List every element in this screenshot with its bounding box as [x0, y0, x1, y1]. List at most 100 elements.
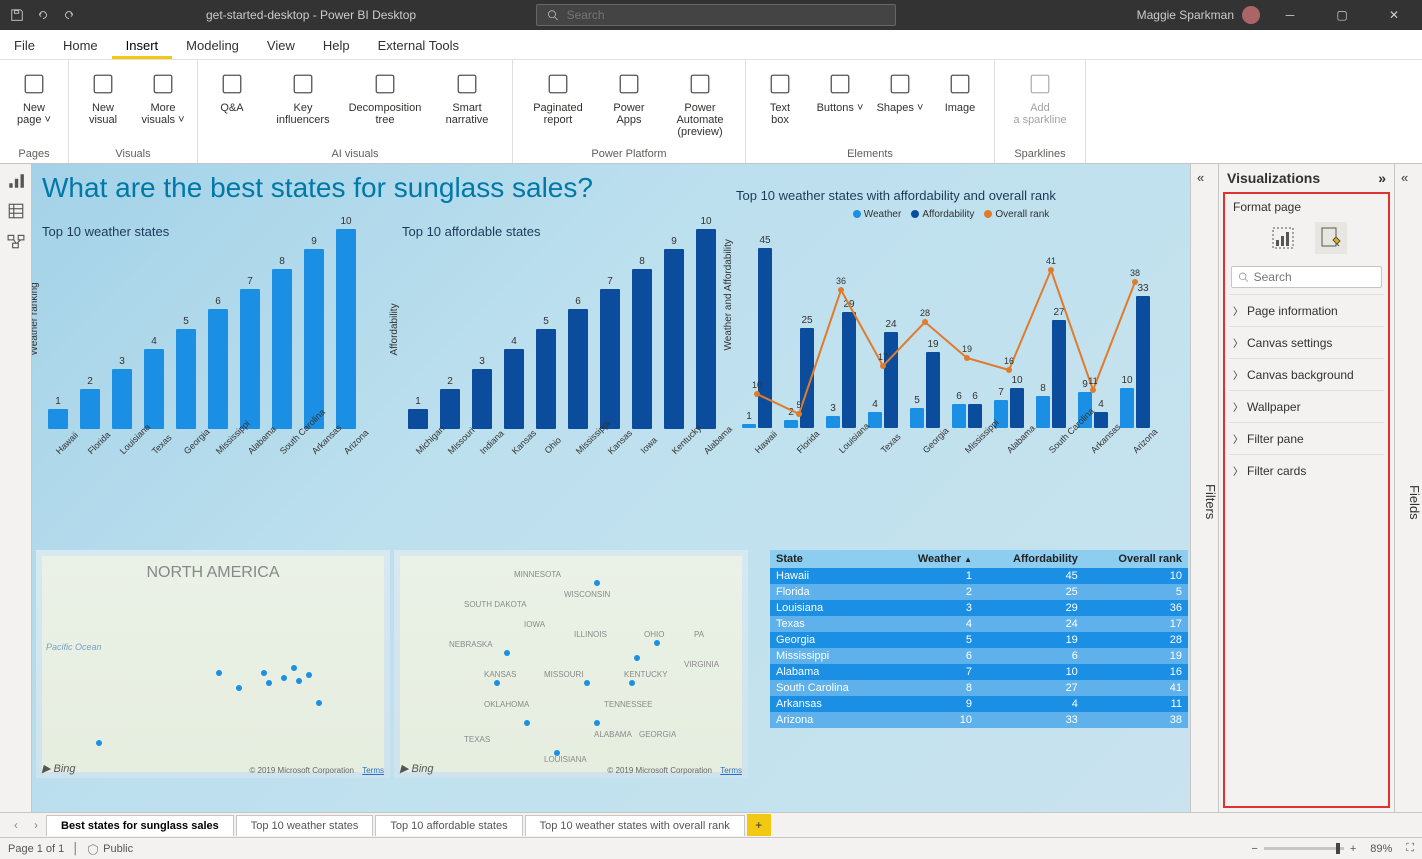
filters-pane-collapsed[interactable]: « Filters [1190, 164, 1218, 812]
map-terms-link[interactable]: Terms [362, 766, 384, 775]
format-section-page-information[interactable]: 〉 Page information [1229, 294, 1384, 326]
chart-affordable-states[interactable]: Top 10 affordable states Affordability 1… [402, 224, 742, 475]
table-row[interactable]: Hawaii14510 [770, 568, 1188, 584]
format-section-canvas-settings[interactable]: 〉 Canvas settings [1229, 326, 1384, 358]
format-section-wallpaper[interactable]: 〉 Wallpaper [1229, 390, 1384, 422]
zoom-control[interactable]: − + 89% ⛶ [1251, 842, 1414, 855]
tab-nav-prev[interactable]: ‹ [6, 818, 26, 832]
page-tab[interactable]: Top 10 affordable states [375, 815, 522, 836]
menu-insert[interactable]: Insert [112, 38, 173, 59]
menu-view[interactable]: View [253, 38, 309, 59]
filters-label: Filters [1203, 484, 1218, 519]
ribbon-new-page[interactable]: Newpage ˅ [6, 62, 62, 146]
format-page-icon[interactable] [1315, 222, 1347, 254]
map-attribution: © 2019 Microsoft Corporation [249, 766, 354, 775]
redo-icon[interactable] [62, 8, 76, 22]
model-view-icon[interactable] [7, 232, 25, 250]
format-section-filter-pane[interactable]: 〉 Filter pane [1229, 422, 1384, 454]
chevron-left-icon: « [1401, 170, 1408, 185]
page-tab[interactable]: Best states for sunglass sales [46, 815, 234, 836]
table-row[interactable]: South Carolina82741 [770, 680, 1188, 696]
report-view-icon[interactable] [7, 172, 25, 190]
report-canvas[interactable]: What are the best states for sunglass sa… [32, 164, 1190, 812]
fields-label: Fields [1407, 485, 1422, 520]
search-icon [1238, 271, 1249, 283]
ribbon-q-a[interactable]: Q&A [204, 62, 260, 146]
user-area: Maggie Sparkman ─ ▢ ✕ [1137, 0, 1422, 30]
fields-pane-collapsed[interactable]: « Fields [1394, 164, 1422, 812]
ribbon-more-visuals[interactable]: Morevisuals ˅ [135, 62, 191, 146]
ribbon-buttons[interactable]: Buttons ˅ [812, 62, 868, 146]
map-north-america[interactable]: NORTH AMERICA Pacific Ocean ▶ Bing © 201… [36, 550, 390, 778]
canvas-title: What are the best states for sunglass sa… [42, 172, 593, 204]
ribbon-key-influencers[interactable]: Keyinfluencers [264, 62, 342, 146]
ribbon-shapes[interactable]: Shapes ˅ [872, 62, 928, 146]
ribbon: Newpage ˅PagesNewvisualMorevisuals ˅Visu… [0, 60, 1422, 164]
fit-page-icon[interactable]: ⛶ [1406, 842, 1414, 855]
zoom-in-icon[interactable]: + [1350, 843, 1356, 855]
build-visual-icon[interactable] [1267, 222, 1299, 254]
y-axis-label: Affordability [389, 303, 400, 355]
table-row[interactable]: Arkansas9411 [770, 696, 1188, 712]
zoom-level: 89% [1370, 843, 1392, 855]
state-rank-table[interactable]: StateWeather ▲AffordabilityOverall rankH… [770, 550, 1188, 728]
y-axis-label: Weather and Affordability [723, 239, 734, 350]
ribbon-power-apps[interactable]: PowerApps [601, 62, 657, 146]
map-provider: ▶ Bing [400, 762, 434, 775]
save-icon[interactable] [10, 8, 24, 22]
data-view-icon[interactable] [7, 202, 25, 220]
menu-modeling[interactable]: Modeling [172, 38, 253, 59]
avatar[interactable] [1242, 6, 1260, 24]
title-bar: get-started-desktop - Power BI Desktop M… [0, 0, 1422, 30]
table-row[interactable]: Mississippi6619 [770, 648, 1188, 664]
format-search-input[interactable] [1254, 270, 1375, 284]
add-page-button[interactable]: + [747, 814, 771, 836]
chart-weather-states[interactable]: Top 10 weather states Weather ranking 1H… [42, 224, 382, 475]
chevron-right-icon[interactable]: » [1378, 170, 1386, 186]
map-terms-link[interactable]: Terms [720, 766, 742, 775]
ribbon-paginated-report[interactable]: Paginatedreport [519, 62, 597, 146]
ribbon-power-automate-preview-[interactable]: PowerAutomate (preview) [661, 62, 739, 146]
left-view-rail [0, 164, 32, 812]
menu-home[interactable]: Home [49, 38, 112, 59]
chart-weather-affordability-rank[interactable]: Top 10 weather states with affordability… [736, 188, 1166, 474]
tab-nav-next[interactable]: › [26, 818, 46, 832]
table-row[interactable]: Arizona103338 [770, 712, 1188, 728]
global-search[interactable] [536, 4, 896, 26]
global-search-input[interactable] [567, 8, 886, 22]
ribbon-smart-narrative[interactable]: Smartnarrative [428, 62, 506, 146]
table-row[interactable]: Texas42417 [770, 616, 1188, 632]
ribbon-text-box[interactable]: Textbox [752, 62, 808, 146]
window-title: get-started-desktop - Power BI Desktop [206, 8, 416, 22]
y-axis-label: Weather ranking [32, 282, 40, 355]
menu-file[interactable]: File [0, 38, 49, 59]
table-row[interactable]: Alabama71016 [770, 664, 1188, 680]
table-row[interactable]: Georgia51928 [770, 632, 1188, 648]
chart-title: Top 10 weather states with affordability… [736, 188, 1166, 203]
page-tab[interactable]: Top 10 weather states with overall rank [525, 815, 745, 836]
zoom-out-icon[interactable]: − [1251, 843, 1257, 855]
menu-help[interactable]: Help [309, 38, 364, 59]
format-section-filter-cards[interactable]: 〉 Filter cards [1229, 454, 1384, 486]
map-us-states[interactable]: MINNESOTAWISCONSINSOUTH DAKOTAIOWANEBRAS… [394, 550, 748, 778]
page-tab[interactable]: Top 10 weather states [236, 815, 374, 836]
undo-icon[interactable] [36, 8, 50, 22]
minimize-button[interactable]: ─ [1268, 0, 1312, 30]
format-page-section: Format page 〉 Page information〉 Canvas s… [1223, 192, 1390, 808]
format-search[interactable] [1231, 266, 1382, 288]
sensitivity-icon [87, 843, 99, 855]
viz-pane-title: Visualizations [1227, 170, 1320, 186]
page-tabs: ‹ › Best states for sunglass salesTop 10… [0, 812, 1422, 837]
maximize-button[interactable]: ▢ [1320, 0, 1364, 30]
ribbon-image[interactable]: Image [932, 62, 988, 146]
close-button[interactable]: ✕ [1372, 0, 1416, 30]
format-section-canvas-background[interactable]: 〉 Canvas background [1229, 358, 1384, 390]
ribbon-decomposition-tree[interactable]: Decompositiontree [346, 62, 424, 146]
table-row[interactable]: Florida2255 [770, 584, 1188, 600]
ribbon-new-visual[interactable]: Newvisual [75, 62, 131, 146]
menu-bar: FileHomeInsertModelingViewHelpExternal T… [0, 30, 1422, 60]
menu-external-tools[interactable]: External Tools [364, 38, 473, 59]
user-name: Maggie Sparkman [1137, 8, 1234, 22]
ribbon-add-a-sparkline: Adda sparkline [1001, 62, 1079, 146]
table-row[interactable]: Louisiana32936 [770, 600, 1188, 616]
